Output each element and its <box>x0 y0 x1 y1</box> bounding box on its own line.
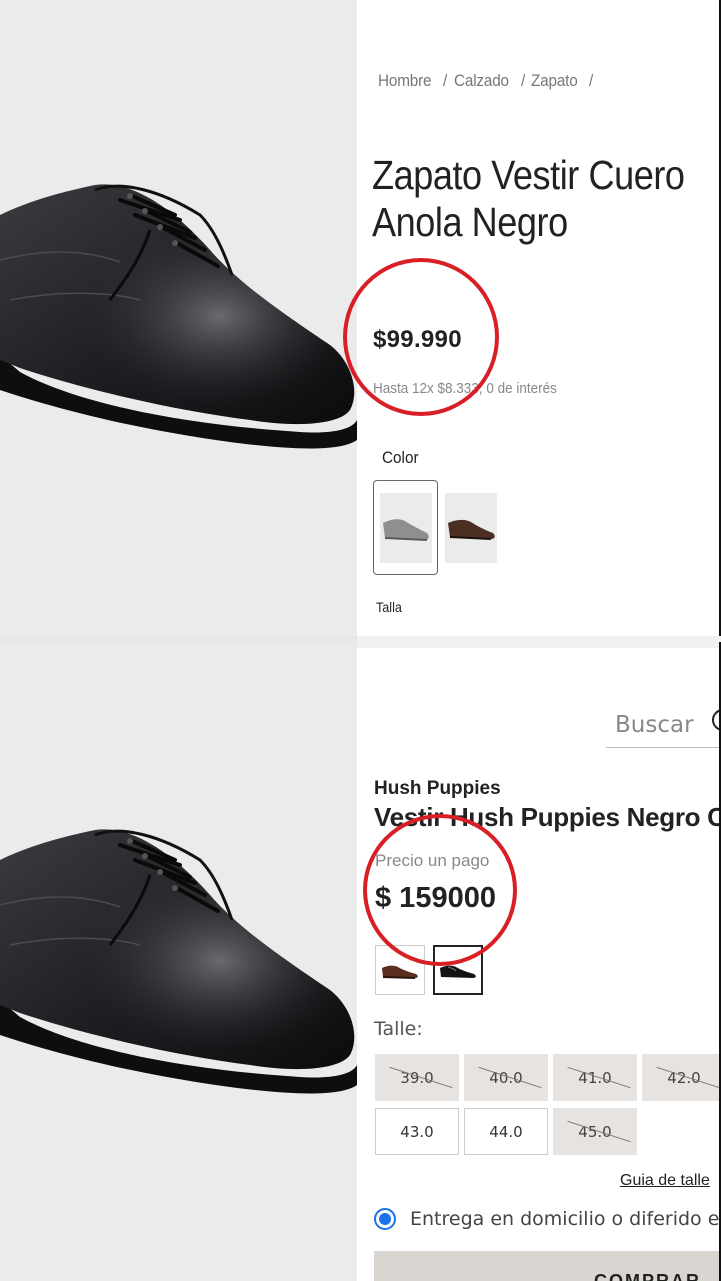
brown-shoe-icon <box>382 965 418 979</box>
size-option-label: 43.0 <box>400 1122 434 1141</box>
breadcrumb-item-calzado[interactable]: Calzado <box>454 71 509 91</box>
size-option-42[interactable]: 42.0 <box>642 1054 721 1101</box>
radio-dot <box>379 1213 391 1225</box>
size-label: Talla <box>376 599 402 615</box>
product-price: $99.990 <box>373 326 462 353</box>
breadcrumb: Hombre / Calzado / Zapato / <box>378 71 600 91</box>
size-option-label: 39.0 <box>400 1068 434 1087</box>
delivery-radio[interactable] <box>374 1208 396 1230</box>
size-option-label: 40.0 <box>489 1068 523 1087</box>
product-title-line-1: Zapato Vestir Cuero <box>372 152 685 198</box>
delivery-option[interactable]: Entrega en domicilio o diferido en <box>374 1208 721 1230</box>
product-image-top <box>0 0 357 636</box>
product-page-top: Hombre / Calzado / Zapato / Zapato Vestir Cue… <box>0 0 721 636</box>
search-input[interactable] <box>606 702 721 747</box>
black-shoe-image <box>0 184 357 449</box>
breadcrumb-separator: / <box>589 71 594 90</box>
color-swatch-gray[interactable] <box>373 480 438 575</box>
color-label: Color <box>382 448 419 467</box>
black-shoe-image <box>0 829 357 1094</box>
color-swatch-brown[interactable] <box>375 945 425 995</box>
product-price: $ 159000 <box>375 882 496 914</box>
size-option-label: 41.0 <box>578 1068 612 1087</box>
size-option-45[interactable]: 45.0 <box>553 1108 637 1155</box>
size-option-40[interactable]: 40.0 <box>464 1054 548 1101</box>
breadcrumb-separator: / <box>520 71 525 90</box>
size-option-label: 42.0 <box>667 1068 701 1087</box>
product-image-bottom <box>0 642 357 1281</box>
brown-shoe-icon <box>448 519 495 540</box>
product-title: Zapato Vestir Cuero Anola Negro <box>372 152 689 246</box>
black-shoe-icon <box>440 965 476 978</box>
breadcrumb-item-hombre[interactable]: Hombre <box>378 71 432 91</box>
product-title-line-2: Anola Negro <box>372 199 568 245</box>
breadcrumb-item-zapato[interactable]: Zapato <box>531 71 578 91</box>
size-label: Talle: <box>374 1018 423 1040</box>
brand-name[interactable]: Hush Puppies <box>374 778 501 800</box>
size-guide-link[interactable]: Guia de talle <box>620 1172 710 1190</box>
product-page-bottom: Hush Puppies Vestir Hush Puppies Negro C… <box>0 642 721 1281</box>
search-box[interactable] <box>606 702 721 748</box>
size-option-39[interactable]: 39.0 <box>375 1054 459 1101</box>
size-option-label: 44.0 <box>489 1122 523 1141</box>
product-title: Vestir Hush Puppies Negro C <box>374 802 721 832</box>
color-swatch-brown[interactable] <box>445 493 497 563</box>
buy-button[interactable]: COMPRAR <box>374 1251 721 1281</box>
delivery-option-label: Entrega en domicilio o diferido en <box>410 1208 721 1230</box>
price-caption: Precio un pago <box>375 851 490 870</box>
size-option-43[interactable]: 43.0 <box>375 1108 459 1155</box>
breadcrumb-separator: / <box>443 71 448 90</box>
color-swatch-black[interactable] <box>433 945 483 995</box>
size-option-label: 45.0 <box>578 1122 612 1141</box>
gray-shoe-icon <box>382 518 429 541</box>
swatch-thumbnail <box>379 492 432 563</box>
size-option-41[interactable]: 41.0 <box>553 1054 637 1101</box>
size-option-44[interactable]: 44.0 <box>464 1108 548 1155</box>
installments-info: Hasta 12x $8.333, 0 de interés <box>373 380 557 397</box>
